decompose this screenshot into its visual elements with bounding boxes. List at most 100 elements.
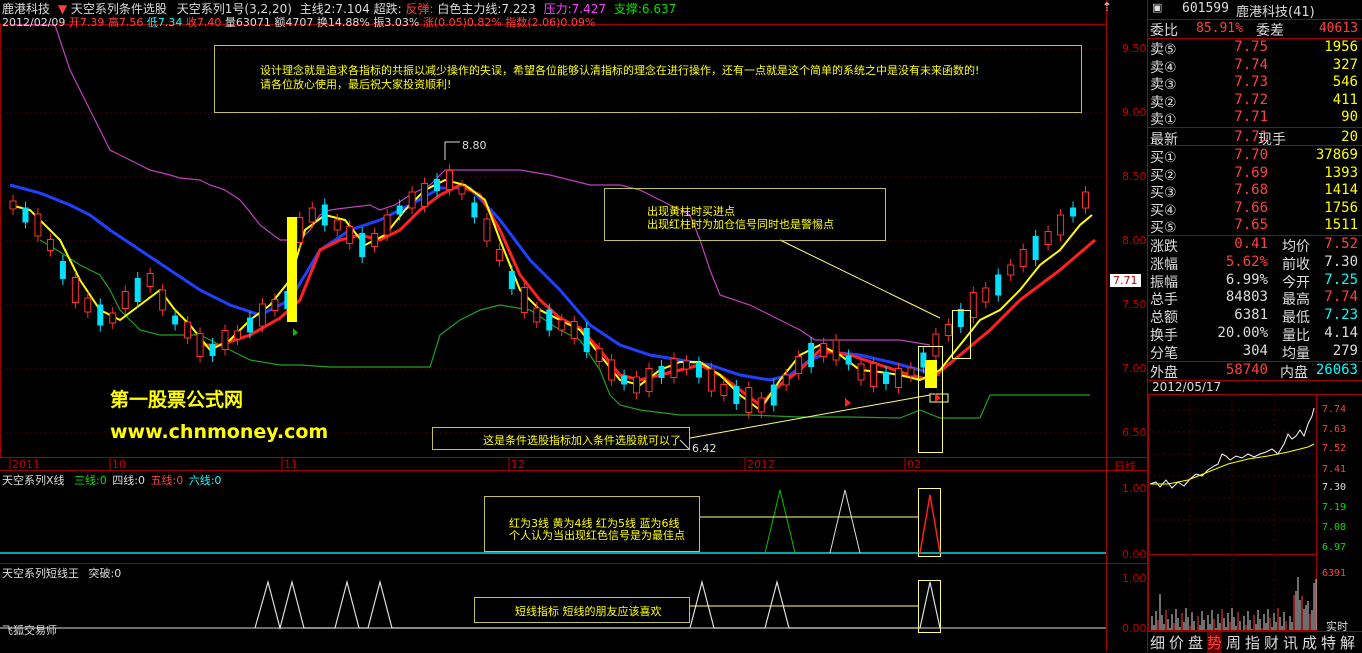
- stat-row[interactable]: 涨跌 0.41 均价 7.52: [1150, 236, 1360, 255]
- candle-body: [1007, 264, 1015, 276]
- outer-inner-row: 外盘 58740 内盘 26063: [1150, 362, 1358, 381]
- buy-price: 7.68: [1234, 182, 1268, 199]
- candle-body: [957, 309, 964, 327]
- sell-order-row[interactable]: 卖⑤ 7.75 1956: [1150, 39, 1360, 58]
- candle-body: [546, 309, 553, 331]
- candle-body: [308, 207, 316, 223]
- stat-row[interactable]: 换手 20.00% 量比 4.14: [1150, 325, 1360, 344]
- price-tick: 7.00: [1122, 362, 1147, 375]
- stat-row[interactable]: 总额 6381 最低 7.23: [1150, 307, 1360, 326]
- stat-value: 6381: [1234, 307, 1268, 324]
- candle-body: [71, 277, 79, 303]
- buy-order-row[interactable]: 买④ 7.66 1756: [1150, 199, 1360, 219]
- stat-row[interactable]: 总手 84803 最高 7.74: [1150, 289, 1360, 308]
- candle-body: [1019, 249, 1027, 267]
- tab-0[interactable]: 细: [1150, 632, 1165, 653]
- stat-label: 分笔: [1150, 345, 1178, 362]
- stat-row[interactable]: 涨幅 5.62% 前收 7.30: [1150, 253, 1360, 273]
- candle-body: [458, 185, 466, 195]
- tab-8[interactable]: 成: [1302, 632, 1317, 653]
- date-tick: 10: [112, 458, 126, 471]
- sell-price: 7.72: [1234, 91, 1268, 108]
- candle-body: [558, 319, 566, 331]
- candle-body: [159, 289, 167, 311]
- buy-price: 7.70: [1234, 147, 1268, 163]
- buy-price: 7.65: [1234, 217, 1268, 234]
- tab-10[interactable]: 解: [1340, 632, 1355, 653]
- sell-price: 7.71: [1234, 109, 1268, 126]
- sell-order-row[interactable]: 卖③ 7.73 546: [1150, 74, 1360, 93]
- stat-value: 7.30: [1324, 253, 1358, 270]
- sell-volume: 546: [1332, 74, 1358, 91]
- candle-body: [84, 297, 92, 313]
- sell-volume: 90: [1341, 109, 1358, 126]
- candle-body: [271, 299, 279, 311]
- candle-body: [757, 397, 765, 413]
- indicator-x-header[interactable]: 天空系列X线 三线:0 四线:0 五线:0 六线:0: [2, 472, 221, 488]
- stat-row[interactable]: 振幅 6.99% 今开 7.25: [1150, 272, 1360, 291]
- date-tick: 2011: [12, 458, 40, 471]
- callout-line: [689, 394, 931, 439]
- latest-row: 最新 7.71 现手 20: [1150, 129, 1358, 148]
- tab-1[interactable]: 价: [1169, 632, 1184, 653]
- tab-5[interactable]: 指: [1245, 632, 1260, 653]
- candle-body: [682, 360, 690, 370]
- candle-body: [695, 362, 702, 378]
- tab-6[interactable]: 财: [1264, 632, 1279, 653]
- candle-body: [34, 213, 42, 237]
- tab-3[interactable]: 势: [1207, 632, 1223, 653]
- sell-order-row[interactable]: 卖① 7.71 90: [1150, 109, 1360, 128]
- tab-2[interactable]: 盘: [1188, 632, 1203, 653]
- candle-body: [608, 359, 616, 381]
- scroll-up-icon[interactable]: ⇡: [1102, 0, 1112, 14]
- candle-body: [359, 233, 366, 257]
- candle-body: [1057, 214, 1065, 236]
- sell-price: 7.74: [1234, 56, 1268, 73]
- candle-body: [595, 348, 603, 362]
- candle-body: [720, 384, 728, 396]
- buy-volume: 1393: [1324, 164, 1358, 181]
- info-bar: 2012/02/09 开7.39 高7.56 低7.34 收7.40 量6307…: [2, 16, 596, 29]
- sell-order-row[interactable]: 卖④ 7.74 327: [1150, 56, 1360, 76]
- buy-price: 7.69: [1234, 164, 1268, 181]
- tab-4[interactable]: 周: [1226, 632, 1241, 653]
- candle-body: [209, 344, 216, 356]
- candle-body: [907, 367, 915, 377]
- candle-body: [944, 324, 952, 336]
- candle-body: [995, 274, 1002, 296]
- candle-body: [882, 372, 889, 384]
- candle-body: [782, 374, 790, 386]
- menu-icon: ▣: [1152, 1, 1163, 14]
- tab-7[interactable]: 讯: [1283, 632, 1298, 653]
- buy-volume: 1756: [1324, 199, 1358, 216]
- buy-order-row[interactable]: 买② 7.69 1393: [1150, 164, 1360, 184]
- date-tick: 12: [511, 458, 525, 471]
- buy-order-row[interactable]: 买③ 7.68 1414: [1150, 182, 1360, 201]
- signal-note-box: 出现黄柱时买进点 出现红柱时为加仓信号同时也是警惕点: [604, 188, 886, 241]
- period-label[interactable]: 日线: [1114, 458, 1136, 474]
- buy-order-row[interactable]: 买⑤ 7.65 1511: [1150, 217, 1360, 236]
- candle-body: [583, 328, 590, 352]
- sell-order-row[interactable]: 卖② 7.72 411: [1150, 91, 1360, 111]
- candle-body: [894, 368, 902, 388]
- price-tick: 7.50: [1122, 298, 1147, 311]
- stat-value: 84803: [1225, 289, 1268, 306]
- candle-body: [795, 356, 803, 374]
- tab-9[interactable]: 特: [1321, 632, 1336, 653]
- buy-order-row[interactable]: 买① 7.70 37869: [1150, 147, 1360, 166]
- candle-body: [707, 368, 715, 392]
- candle-body: [121, 291, 129, 309]
- sell-price: 7.73: [1234, 74, 1268, 91]
- candle-body: [483, 218, 491, 242]
- candle-body: [1032, 236, 1039, 260]
- indicator-short-header[interactable]: 天空系列短线王 突破:0: [2, 565, 121, 581]
- stat-row[interactable]: 分笔 304 均量 279: [1150, 343, 1360, 362]
- current-price-tag: 7.71: [1110, 274, 1141, 287]
- candle-body: [982, 287, 990, 303]
- yellow-signal-bar: [287, 217, 297, 322]
- watermark-url: www.chnmoney.com: [110, 421, 329, 443]
- candle-body: [421, 183, 429, 207]
- yellow-signal-bar: [925, 360, 937, 388]
- buy-price: 7.66: [1234, 199, 1268, 216]
- candle-body: [97, 304, 104, 326]
